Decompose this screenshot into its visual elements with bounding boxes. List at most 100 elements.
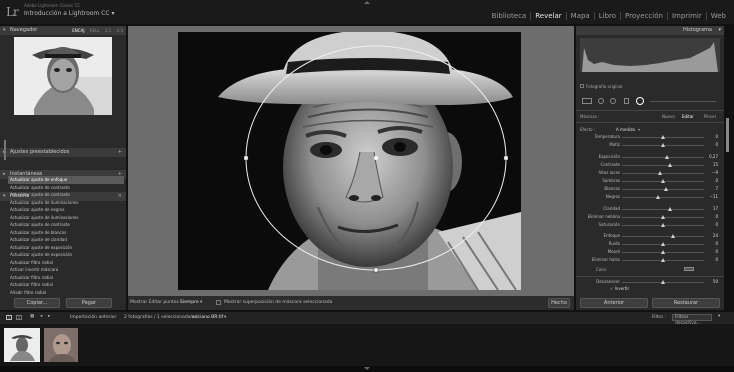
slider-knob[interactable] [667, 163, 672, 167]
slider-value[interactable]: 0,27 [702, 154, 718, 159]
history-item[interactable]: Actualizar filtro radial [8, 281, 124, 289]
zoom-fit[interactable]: ENCAJ [72, 28, 84, 33]
history-item[interactable]: Actualizar ajuste de exposición [8, 251, 124, 259]
add-preset-icon[interactable]: + [118, 148, 122, 157]
slider-knob[interactable] [657, 171, 662, 175]
history-item[interactable]: Actualizar ajuste de exposición [8, 244, 124, 252]
catalog-name[interactable]: Introducción a Lightroom CC ▾ [24, 10, 115, 17]
slider-value[interactable]: 0 [702, 257, 718, 262]
scroll-thumb[interactable] [726, 118, 729, 152]
filter-select[interactable]: Filtros desactiva... [672, 314, 712, 326]
slider-knob[interactable] [661, 215, 665, 219]
spot-removal-icon[interactable] [598, 98, 604, 104]
radial-filter-icon[interactable] [636, 97, 644, 105]
presets-header[interactable]: ▸ Ajustes preestablecidos + [0, 148, 126, 157]
slider-value[interactable]: 0 [702, 142, 718, 147]
redeye-icon[interactable] [610, 98, 616, 104]
feather-knob[interactable] [661, 280, 665, 284]
slider-row[interactable]: Matiz 0 [578, 142, 722, 149]
slider-row[interactable]: Saturación 0 [578, 222, 722, 229]
forward-arrow-icon[interactable]: ▸ [48, 314, 50, 319]
color-swatch[interactable] [684, 267, 694, 271]
zoom-1-1[interactable]: 1:1 [105, 28, 111, 33]
slider-row[interactable]: Ruido 0 [578, 241, 722, 248]
module-revelar[interactable]: Revelar [530, 12, 565, 20]
slider-row[interactable]: Negros −11 [578, 194, 722, 201]
module-web[interactable]: Web [705, 12, 730, 20]
slider-value[interactable]: 15 [702, 162, 718, 167]
filter-lock-icon[interactable]: ▾ [718, 314, 720, 319]
filename[interactable]: anciano BR.tif [192, 315, 223, 320]
slider-knob[interactable] [661, 179, 665, 183]
module-mapa[interactable]: Mapa [565, 12, 594, 20]
slider-value[interactable]: 0 [702, 178, 718, 183]
slider-row[interactable]: Sombras 0 [578, 178, 722, 185]
grid-view-icon[interactable]: ▦ [30, 314, 34, 319]
slider-value[interactable]: 0 [702, 214, 718, 219]
slider-knob[interactable] [664, 187, 669, 191]
slider-value[interactable]: 0 [702, 241, 718, 246]
effect-select[interactable]: A medida [616, 127, 635, 132]
slider-knob[interactable] [661, 258, 665, 262]
history-item[interactable]: Actualizar ajuste de contraste [8, 221, 124, 229]
module-libro[interactable]: Libro [593, 12, 620, 20]
slider-value[interactable]: −11 [702, 194, 718, 199]
history-item[interactable]: Actualizar ajuste de iluminaciones [8, 214, 124, 222]
mask-new[interactable]: Nuevo [662, 114, 675, 119]
feather-value[interactable]: 50 [702, 279, 718, 284]
module-biblioteca[interactable]: Biblioteca [488, 12, 531, 20]
slider-knob[interactable] [661, 242, 665, 246]
left-panel-toggle-icon[interactable] [4, 140, 6, 160]
slider-knob[interactable] [661, 143, 665, 147]
mask-edit[interactable]: Editar [682, 114, 694, 119]
history-item[interactable]: Añadir filtro radial [8, 289, 124, 297]
bottom-panel-toggle[interactable] [0, 366, 734, 372]
history-item[interactable]: Actualizar ajuste de contraste [8, 191, 124, 199]
slider-knob[interactable] [656, 195, 661, 199]
navigator-preview[interactable] [14, 37, 112, 115]
history-item[interactable]: Actualizar ajuste de blancos [8, 229, 124, 237]
slider-row[interactable]: Eliminar halos 0 [578, 257, 722, 264]
slider-value[interactable]: 24 [702, 233, 718, 238]
slider-row[interactable]: Moaré 0 [578, 249, 722, 256]
slider-value[interactable]: 7 [702, 186, 718, 191]
slider-row[interactable]: Exposición 0,27 [578, 154, 722, 161]
copy-button[interactable]: Copiar... [14, 298, 60, 308]
navigator-header[interactable]: ▾ Navegador ENCAJ RELL 1:1 1:3 [0, 26, 126, 35]
mask-brush[interactable]: Pincel [704, 114, 716, 119]
previous-button[interactable]: Anterior [580, 298, 648, 308]
history-item[interactable]: Activar invertir máscara [8, 266, 124, 274]
back-arrow-icon[interactable]: ◂ [40, 314, 42, 319]
screen-1-button[interactable]: 1 [6, 315, 12, 320]
crop-tool-icon[interactable] [582, 98, 592, 104]
slider-knob[interactable] [668, 207, 673, 211]
invert-checkbox[interactable]: ✓ Invertir [610, 286, 629, 291]
slider-knob[interactable] [661, 223, 665, 227]
module-proyeccion[interactable]: Proyección [620, 12, 667, 20]
reset-button[interactable]: Restaurar [652, 298, 720, 308]
show-pins-select[interactable]: Siempre [180, 300, 199, 305]
history-item[interactable]: Actualizar ajuste de claridad [8, 236, 124, 244]
histogram-chart[interactable] [580, 38, 720, 72]
module-imprimir[interactable]: Imprimir [666, 12, 706, 20]
main-photo[interactable] [178, 32, 521, 290]
slider-value[interactable]: −9 [702, 170, 718, 175]
source-label[interactable]: Importación anterior [70, 315, 116, 320]
screen-2-button[interactable]: 2 [16, 315, 22, 320]
history-item[interactable]: Actualizar ajuste de iluminaciones [8, 199, 124, 207]
slider-row[interactable]: Eliminar neblina 0 [578, 214, 722, 221]
histogram-header[interactable]: Histograma ▾ [576, 26, 724, 35]
overlay-checkbox[interactable] [216, 300, 221, 305]
slider-row[interactable]: Contraste 15 [578, 162, 722, 169]
slider-row[interactable]: Temperatura 0 [578, 134, 722, 141]
original-photo-checkbox[interactable] [580, 84, 584, 88]
done-button[interactable]: Hecho [548, 298, 570, 308]
filmstrip-thumb[interactable] [44, 328, 78, 362]
filmstrip-thumb-selected[interactable] [4, 328, 40, 362]
brush-tool-icon[interactable] [650, 101, 716, 102]
history-item[interactable]: Actualizar ajuste de contraste [8, 184, 124, 192]
slider-knob[interactable] [661, 135, 665, 139]
slider-value[interactable]: 0 [702, 249, 718, 254]
slider-value[interactable]: 0 [702, 134, 718, 139]
slider-row[interactable]: Claridad 17 [578, 206, 722, 213]
